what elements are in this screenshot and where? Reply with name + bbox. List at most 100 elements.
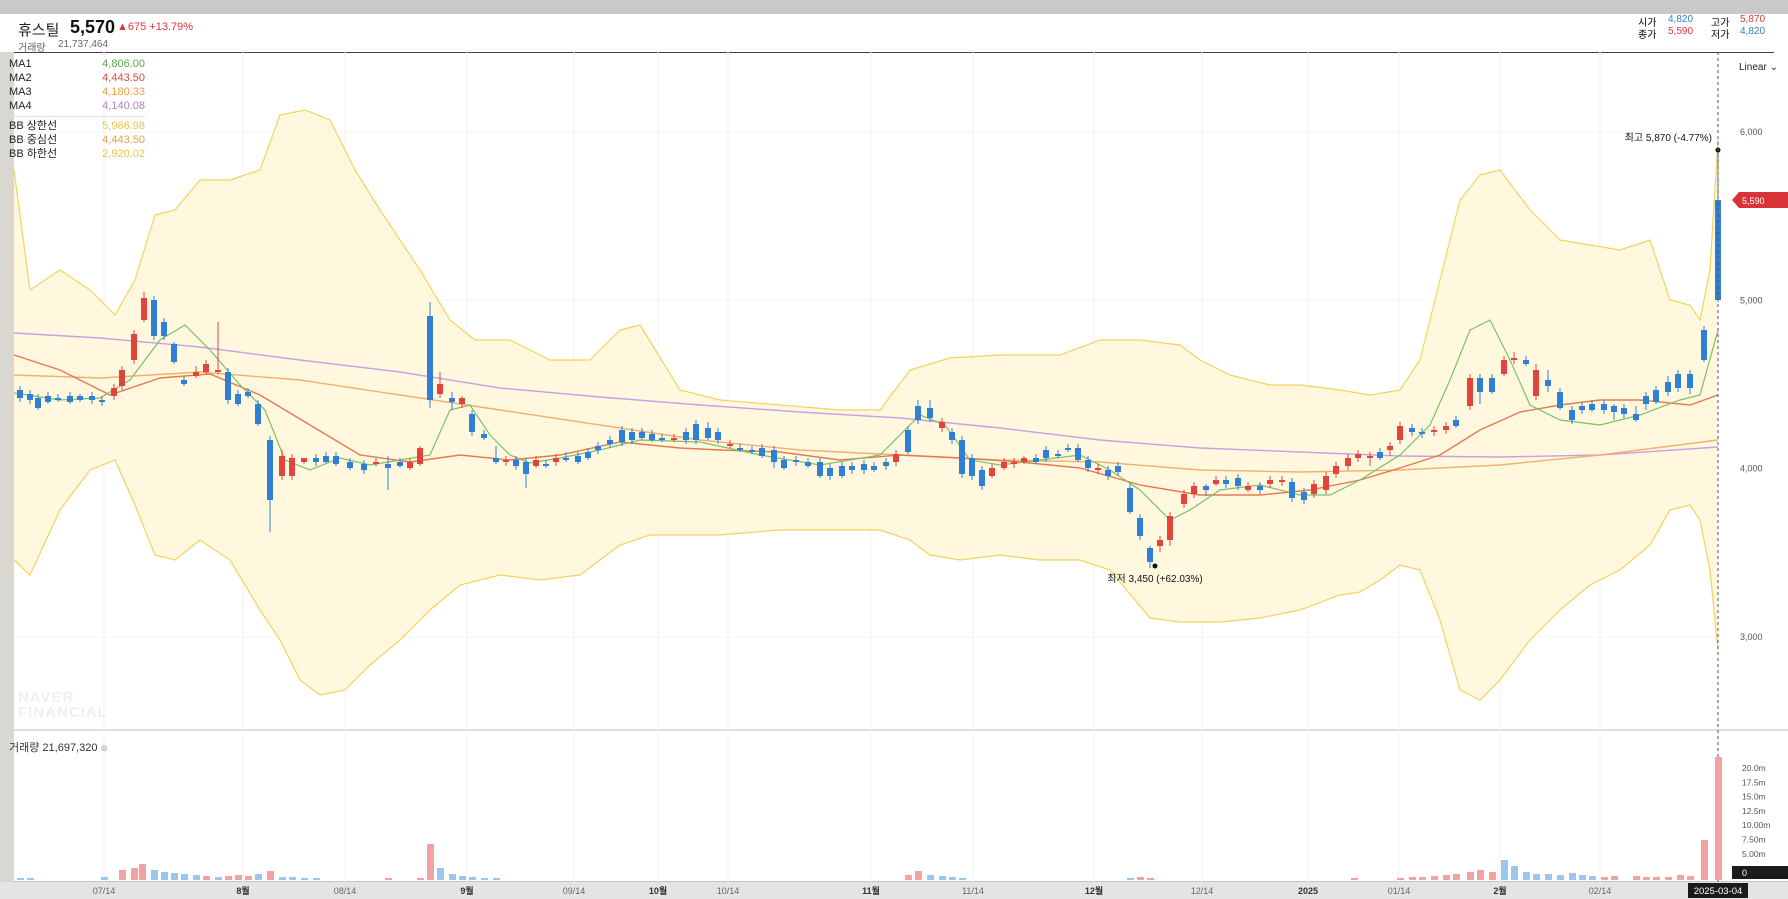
candle-body: [1633, 414, 1639, 420]
candle-body: [607, 440, 613, 444]
candle-body: [1611, 406, 1617, 412]
candle-body: [915, 406, 921, 420]
candle-body: [817, 462, 823, 476]
candle-body: [449, 398, 455, 402]
candle-body: [1157, 540, 1163, 546]
candle-body: [469, 414, 475, 432]
x-axis-label: 07/14: [93, 886, 116, 896]
candle-body: [151, 300, 157, 336]
chart-window: 휴스틸 5,570 ▲675 +13.79% 거래량 21,737,464 시가…: [0, 0, 1788, 899]
volume-bar: [139, 864, 146, 880]
candle-body: [629, 432, 635, 440]
candle-body: [939, 422, 945, 428]
candle-body: [1001, 462, 1007, 468]
candle-body: [255, 404, 261, 424]
candle-body: [1443, 426, 1449, 430]
candle-body: [1453, 420, 1459, 426]
legend-value: 2,920.02: [102, 148, 145, 160]
volume-bar: [427, 844, 434, 880]
close-icon[interactable]: ⊗: [101, 743, 109, 753]
candle-body: [1579, 406, 1585, 410]
candle-body: [347, 462, 353, 468]
y-axis-label: 4,000: [1740, 464, 1763, 474]
candle-body: [575, 456, 581, 462]
candle-body: [181, 380, 187, 384]
volume-bar: [1431, 876, 1438, 880]
scale-mode-label: Linear: [1739, 62, 1767, 73]
candle-body: [1181, 494, 1187, 504]
candle-body: [1213, 480, 1219, 484]
volume-bar: [1579, 875, 1586, 880]
candle-body: [771, 450, 777, 462]
volume-bar: [245, 876, 252, 880]
candle-body: [1267, 480, 1273, 484]
candle-body: [619, 430, 625, 442]
legend-name: MA3: [9, 86, 32, 98]
candle-body: [1643, 396, 1649, 404]
scale-mode-dropdown[interactable]: Linear ⌄: [1739, 62, 1778, 73]
volume-bar: [1147, 878, 1154, 880]
legend-value: 4,180.33: [102, 86, 145, 98]
volume-axis-label: 15.0m: [1742, 792, 1766, 802]
legend-value: 4,443.50: [102, 72, 145, 84]
volume-bar: [481, 878, 488, 880]
candle-body: [1355, 454, 1361, 458]
volume-bar: [1489, 872, 1496, 880]
volume-bar: [225, 876, 232, 880]
volume-bar: [449, 874, 456, 880]
candle-body: [659, 438, 665, 440]
volume-bar: [27, 878, 34, 880]
candle-body: [215, 370, 221, 372]
candle-body: [639, 432, 645, 438]
x-axis-label: 2025: [1298, 886, 1318, 896]
candle-body: [1545, 380, 1551, 386]
volume-bar: [151, 870, 158, 880]
legend-row-ma4: MA4 4,140.08: [9, 99, 145, 113]
candle-body: [1653, 390, 1659, 402]
candle-body: [119, 370, 125, 386]
candle-body: [1311, 484, 1317, 494]
x-axis-label: 9월: [460, 885, 473, 896]
volume-pane-label: 거래량 21,697,320 ⊗: [9, 739, 108, 755]
volume-bar: [1137, 877, 1144, 880]
legend-value: 4,140.08: [102, 100, 145, 112]
legend-name: MA1: [9, 58, 32, 70]
price-chart[interactable]: 07/14 8월 08/14 9월 09/14 10월 10/14 11월 11/14 12월 12…: [0, 0, 1788, 899]
x-axis-label: 11월: [862, 885, 880, 896]
candle-body: [1589, 404, 1595, 410]
volume-bar: [1443, 875, 1450, 880]
candle-body: [1701, 330, 1707, 360]
candle-body: [1557, 392, 1563, 408]
candle-body: [1533, 370, 1539, 396]
volume-bar: [131, 868, 138, 880]
x-axis-label: 10/14: [717, 886, 740, 896]
volume-bar: [1511, 866, 1518, 880]
candle-body: [1279, 480, 1285, 482]
candle-body: [141, 298, 147, 320]
candle-body: [1043, 450, 1049, 458]
candle-body: [959, 440, 965, 474]
candle-body: [533, 460, 539, 466]
candle-body: [1203, 486, 1209, 490]
volume-bar: [1351, 878, 1358, 880]
volume-bar: [493, 878, 500, 880]
candle-body: [427, 316, 433, 400]
candle-body: [759, 448, 765, 456]
legend-name: BB 중심선: [9, 134, 58, 146]
legend-value: 5,966.98: [102, 120, 145, 132]
candle-body: [1387, 446, 1393, 450]
volume-axis-label: 17.5m: [1742, 777, 1766, 787]
volume-bar: [181, 874, 188, 880]
candle-body: [1137, 518, 1143, 536]
candle-body: [905, 430, 911, 452]
volume-bar: [959, 878, 966, 880]
candle-body: [1665, 382, 1671, 392]
volume-bar: [119, 870, 126, 880]
volume-bar: [171, 873, 178, 880]
volume-bar: [1665, 877, 1672, 880]
candle-body: [193, 372, 199, 376]
candle-body: [99, 400, 105, 402]
candle-body: [861, 464, 867, 470]
candle-body: [1235, 478, 1241, 486]
volume-bar: [915, 871, 922, 880]
